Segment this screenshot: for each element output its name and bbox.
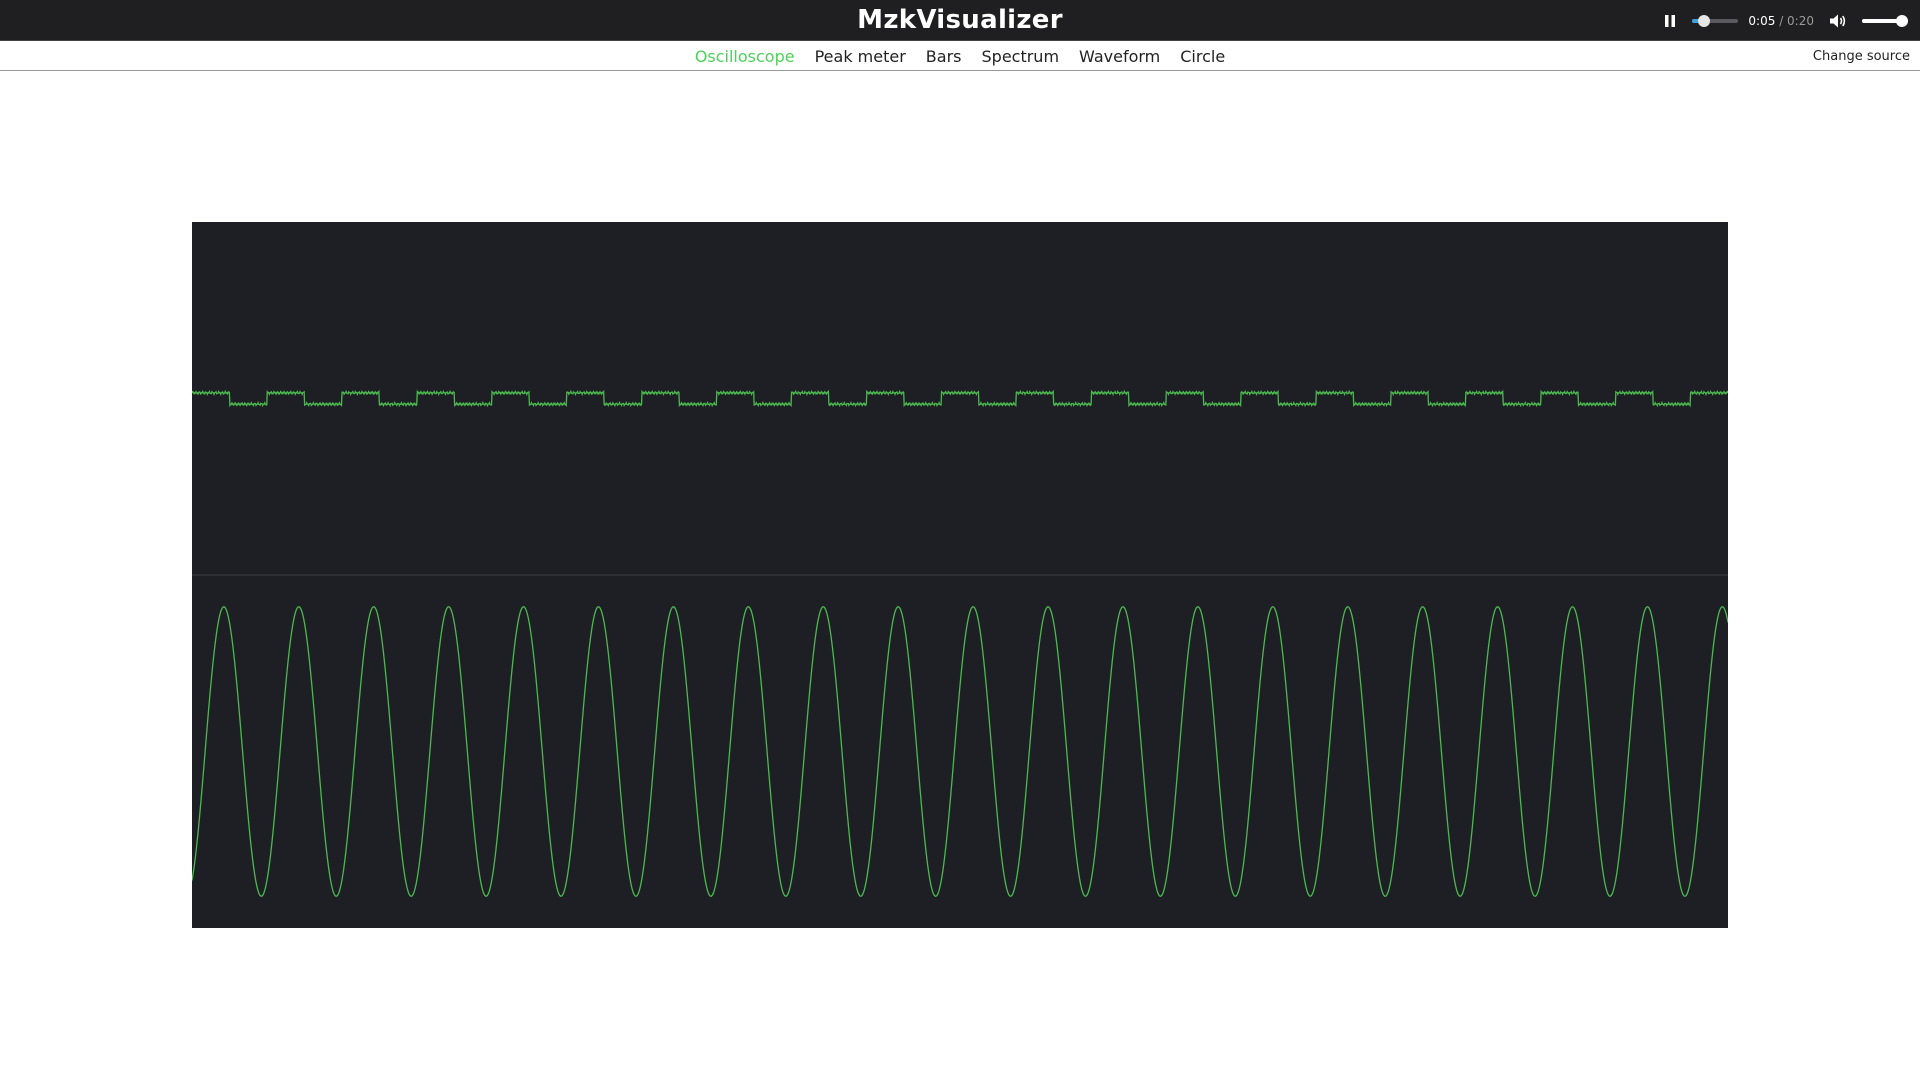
tab-circle[interactable]: Circle — [1180, 47, 1225, 66]
visualizer-nav: Oscilloscope Peak meter Bars Spectrum Wa… — [0, 41, 1920, 71]
time-separator: / — [1775, 13, 1788, 28]
volume-slider[interactable] — [1862, 11, 1908, 31]
tab-spectrum[interactable]: Spectrum — [982, 47, 1060, 66]
volume-icon — [1830, 14, 1846, 27]
app-title: MzkVisualizer — [857, 5, 1063, 35]
waveform-trace-top — [192, 389, 1728, 408]
tab-waveform[interactable]: Waveform — [1079, 47, 1160, 66]
current-time: 0:05 — [1748, 13, 1776, 28]
mode-tabs: Oscilloscope Peak meter Bars Spectrum Wa… — [0, 41, 1920, 71]
time-display: 0:05 / 0:20 — [1748, 14, 1814, 28]
audio-player: 0:05 / 0:20 — [1656, 0, 1908, 41]
seek-thumb[interactable] — [1697, 14, 1710, 27]
tab-oscilloscope[interactable]: Oscilloscope — [695, 47, 795, 66]
mute-button[interactable] — [1828, 11, 1848, 31]
tab-peak-meter[interactable]: Peak meter — [815, 47, 906, 66]
change-source-link[interactable]: Change source — [1813, 41, 1910, 71]
duration: 0:20 — [1787, 13, 1814, 28]
oscilloscope-display — [192, 389, 1728, 897]
pause-button[interactable] — [1656, 7, 1684, 35]
pause-icon — [1665, 14, 1676, 27]
seek-slider[interactable] — [1692, 11, 1739, 31]
oscilloscope-canvas — [192, 222, 1728, 928]
waveform-trace-bottom — [192, 606, 1728, 897]
volume-thumb[interactable] — [1896, 14, 1908, 27]
top-bar: MzkVisualizer 0:05 / 0:20 — [0, 0, 1920, 41]
tab-bars[interactable]: Bars — [926, 47, 962, 66]
